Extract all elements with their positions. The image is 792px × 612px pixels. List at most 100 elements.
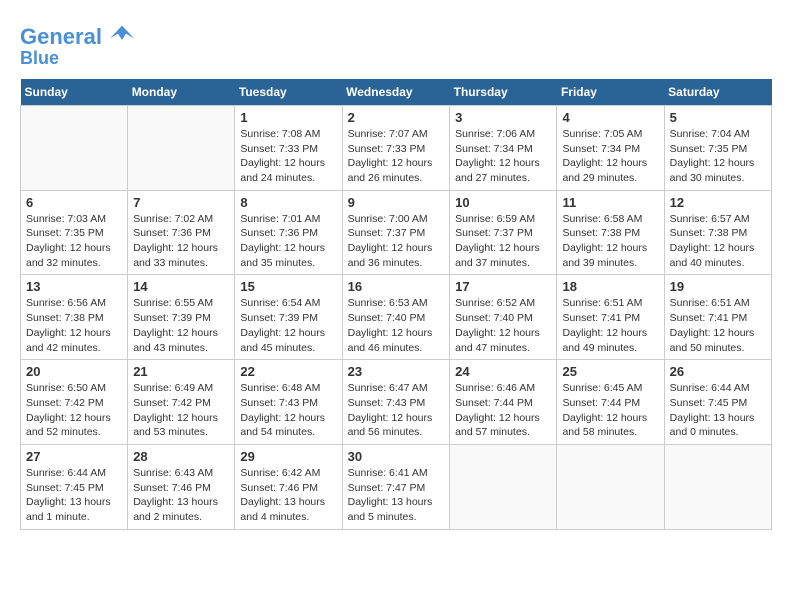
day-info: Sunrise: 6:57 AMSunset: 7:38 PMDaylight:…	[670, 212, 766, 271]
day-number: 7	[133, 195, 229, 210]
day-info: Sunrise: 6:47 AMSunset: 7:43 PMDaylight:…	[348, 381, 445, 440]
calendar-cell: 29 Sunrise: 6:42 AMSunset: 7:46 PMDayligh…	[235, 444, 342, 529]
day-number: 20	[26, 364, 122, 379]
calendar-week-5: 27 Sunrise: 6:44 AMSunset: 7:45 PMDayligh…	[21, 444, 772, 529]
logo-icon	[110, 20, 134, 44]
day-info: Sunrise: 6:53 AMSunset: 7:40 PMDaylight:…	[348, 296, 445, 355]
calendar-cell	[557, 444, 664, 529]
calendar-cell: 11Sunrise: 6:58 AMSunset: 7:38 PMDayligh…	[557, 190, 664, 275]
day-info: Sunrise: 6:50 AMSunset: 7:42 PMDaylight:…	[26, 381, 122, 440]
calendar-cell: 24 Sunrise: 6:46 AMSunset: 7:44 PMDayligh…	[450, 360, 557, 445]
logo: General Blue	[20, 20, 134, 69]
weekday-header-friday: Friday	[557, 79, 664, 106]
calendar-cell	[128, 105, 235, 190]
calendar-cell	[21, 105, 128, 190]
day-info: Sunrise: 6:51 AMSunset: 7:41 PMDaylight:…	[562, 296, 658, 355]
day-info: Sunrise: 6:55 AMSunset: 7:39 PMDaylight:…	[133, 296, 229, 355]
day-number: 22	[240, 364, 336, 379]
calendar-cell: 1 Sunrise: 7:08 AMSunset: 7:33 PMDaylight…	[235, 105, 342, 190]
calendar-week-1: 1 Sunrise: 7:08 AMSunset: 7:33 PMDaylight…	[21, 105, 772, 190]
day-number: 30	[348, 449, 445, 464]
day-info: Sunrise: 6:56 AMSunset: 7:38 PMDaylight:…	[26, 296, 122, 355]
day-info: Sunrise: 6:51 AMSunset: 7:41 PMDaylight:…	[670, 296, 766, 355]
calendar-cell	[664, 444, 771, 529]
calendar-cell: 27 Sunrise: 6:44 AMSunset: 7:45 PMDayligh…	[21, 444, 128, 529]
calendar-table: SundayMondayTuesdayWednesdayThursdayFrid…	[20, 79, 772, 530]
calendar-cell: 21 Sunrise: 6:49 AMSunset: 7:42 PMDayligh…	[128, 360, 235, 445]
day-number: 29	[240, 449, 336, 464]
day-info: Sunrise: 6:45 AMSunset: 7:44 PMDaylight:…	[562, 381, 658, 440]
day-info: Sunrise: 7:01 AMSunset: 7:36 PMDaylight:…	[240, 212, 336, 271]
day-info: Sunrise: 6:58 AMSunset: 7:38 PMDaylight:…	[562, 212, 658, 271]
day-number: 4	[562, 110, 658, 125]
calendar-cell: 8 Sunrise: 7:01 AMSunset: 7:36 PMDaylight…	[235, 190, 342, 275]
day-info: Sunrise: 6:52 AMSunset: 7:40 PMDaylight:…	[455, 296, 551, 355]
calendar-cell: 12 Sunrise: 6:57 AMSunset: 7:38 PMDayligh…	[664, 190, 771, 275]
day-number: 8	[240, 195, 336, 210]
day-info: Sunrise: 6:54 AMSunset: 7:39 PMDaylight:…	[240, 296, 336, 355]
day-number: 18	[562, 279, 658, 294]
day-info: Sunrise: 7:07 AMSunset: 7:33 PMDaylight:…	[348, 127, 445, 186]
day-number: 21	[133, 364, 229, 379]
day-number: 28	[133, 449, 229, 464]
day-info: Sunrise: 7:02 AMSunset: 7:36 PMDaylight:…	[133, 212, 229, 271]
day-info: Sunrise: 6:49 AMSunset: 7:42 PMDaylight:…	[133, 381, 229, 440]
day-number: 12	[670, 195, 766, 210]
day-number: 27	[26, 449, 122, 464]
day-info: Sunrise: 6:46 AMSunset: 7:44 PMDaylight:…	[455, 381, 551, 440]
calendar-cell: 10Sunrise: 6:59 AMSunset: 7:37 PMDayligh…	[450, 190, 557, 275]
day-info: Sunrise: 7:08 AMSunset: 7:33 PMDaylight:…	[240, 127, 336, 186]
day-number: 5	[670, 110, 766, 125]
weekday-header-monday: Monday	[128, 79, 235, 106]
weekday-header-tuesday: Tuesday	[235, 79, 342, 106]
day-info: Sunrise: 7:03 AMSunset: 7:35 PMDaylight:…	[26, 212, 122, 271]
calendar-cell: 6 Sunrise: 7:03 AMSunset: 7:35 PMDaylight…	[21, 190, 128, 275]
calendar-week-2: 6 Sunrise: 7:03 AMSunset: 7:35 PMDaylight…	[21, 190, 772, 275]
calendar-week-4: 20 Sunrise: 6:50 AMSunset: 7:42 PMDayligh…	[21, 360, 772, 445]
calendar-cell: 25 Sunrise: 6:45 AMSunset: 7:44 PMDayligh…	[557, 360, 664, 445]
day-number: 23	[348, 364, 445, 379]
calendar-cell: 26Sunrise: 6:44 AMSunset: 7:45 PMDayligh…	[664, 360, 771, 445]
page-header: General Blue	[20, 20, 772, 69]
calendar-cell: 9Sunrise: 7:00 AMSunset: 7:37 PMDaylight…	[342, 190, 450, 275]
weekday-header-wednesday: Wednesday	[342, 79, 450, 106]
logo-text: General	[20, 20, 134, 49]
calendar-cell: 3 Sunrise: 7:06 AMSunset: 7:34 PMDaylight…	[450, 105, 557, 190]
calendar-cell: 5 Sunrise: 7:04 AMSunset: 7:35 PMDaylight…	[664, 105, 771, 190]
day-info: Sunrise: 6:59 AMSunset: 7:37 PMDaylight:…	[455, 212, 551, 271]
calendar-cell: 2 Sunrise: 7:07 AMSunset: 7:33 PMDaylight…	[342, 105, 450, 190]
day-number: 6	[26, 195, 122, 210]
logo-blue-text: Blue	[20, 49, 134, 69]
calendar-header-row: SundayMondayTuesdayWednesdayThursdayFrid…	[21, 79, 772, 106]
weekday-header-thursday: Thursday	[450, 79, 557, 106]
calendar-cell: 30 Sunrise: 6:41 AMSunset: 7:47 PMDayligh…	[342, 444, 450, 529]
day-number: 2	[348, 110, 445, 125]
day-number: 9	[348, 195, 445, 210]
day-number: 19	[670, 279, 766, 294]
calendar-cell: 15 Sunrise: 6:54 AMSunset: 7:39 PMDayligh…	[235, 275, 342, 360]
day-info: Sunrise: 7:05 AMSunset: 7:34 PMDaylight:…	[562, 127, 658, 186]
calendar-cell: 13 Sunrise: 6:56 AMSunset: 7:38 PMDayligh…	[21, 275, 128, 360]
calendar-cell: 23 Sunrise: 6:47 AMSunset: 7:43 PMDayligh…	[342, 360, 450, 445]
weekday-header-saturday: Saturday	[664, 79, 771, 106]
day-number: 24	[455, 364, 551, 379]
weekday-header-sunday: Sunday	[21, 79, 128, 106]
calendar-cell: 17Sunrise: 6:52 AMSunset: 7:40 PMDayligh…	[450, 275, 557, 360]
day-number: 16	[348, 279, 445, 294]
day-info: Sunrise: 7:04 AMSunset: 7:35 PMDaylight:…	[670, 127, 766, 186]
calendar-cell: 28Sunrise: 6:43 AMSunset: 7:46 PMDayligh…	[128, 444, 235, 529]
calendar-cell: 20 Sunrise: 6:50 AMSunset: 7:42 PMDayligh…	[21, 360, 128, 445]
day-number: 1	[240, 110, 336, 125]
day-info: Sunrise: 6:42 AMSunset: 7:46 PMDaylight:…	[240, 466, 336, 525]
day-info: Sunrise: 6:44 AMSunset: 7:45 PMDaylight:…	[26, 466, 122, 525]
calendar-cell: 18 Sunrise: 6:51 AMSunset: 7:41 PMDayligh…	[557, 275, 664, 360]
day-number: 15	[240, 279, 336, 294]
day-number: 13	[26, 279, 122, 294]
calendar-cell: 4 Sunrise: 7:05 AMSunset: 7:34 PMDaylight…	[557, 105, 664, 190]
day-info: Sunrise: 6:41 AMSunset: 7:47 PMDaylight:…	[348, 466, 445, 525]
calendar-cell: 7 Sunrise: 7:02 AMSunset: 7:36 PMDaylight…	[128, 190, 235, 275]
day-number: 14	[133, 279, 229, 294]
day-number: 3	[455, 110, 551, 125]
day-info: Sunrise: 7:06 AMSunset: 7:34 PMDaylight:…	[455, 127, 551, 186]
day-number: 25	[562, 364, 658, 379]
